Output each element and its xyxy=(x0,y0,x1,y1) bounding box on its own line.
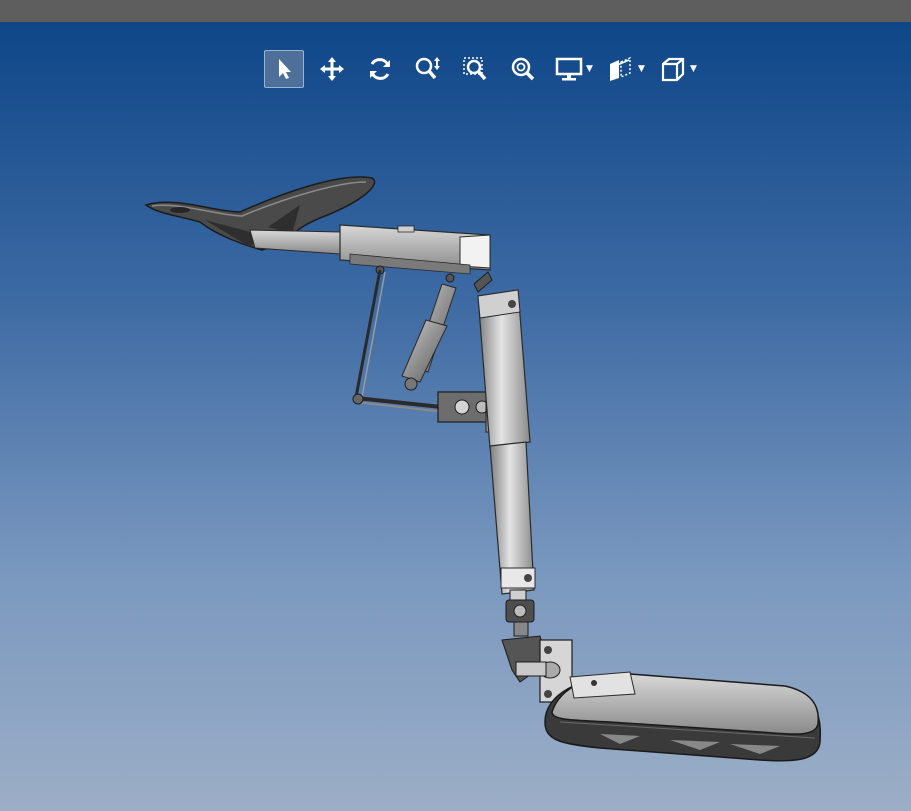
upper-arm-beam[interactable] xyxy=(249,224,491,283)
foot-plate[interactable] xyxy=(544,671,822,762)
window-title-bar xyxy=(0,0,911,22)
ankle-joint[interactable] xyxy=(501,589,573,703)
vertical-strut[interactable] xyxy=(473,271,536,595)
3d-model[interactable] xyxy=(0,22,911,811)
gas-spring[interactable] xyxy=(401,283,457,391)
